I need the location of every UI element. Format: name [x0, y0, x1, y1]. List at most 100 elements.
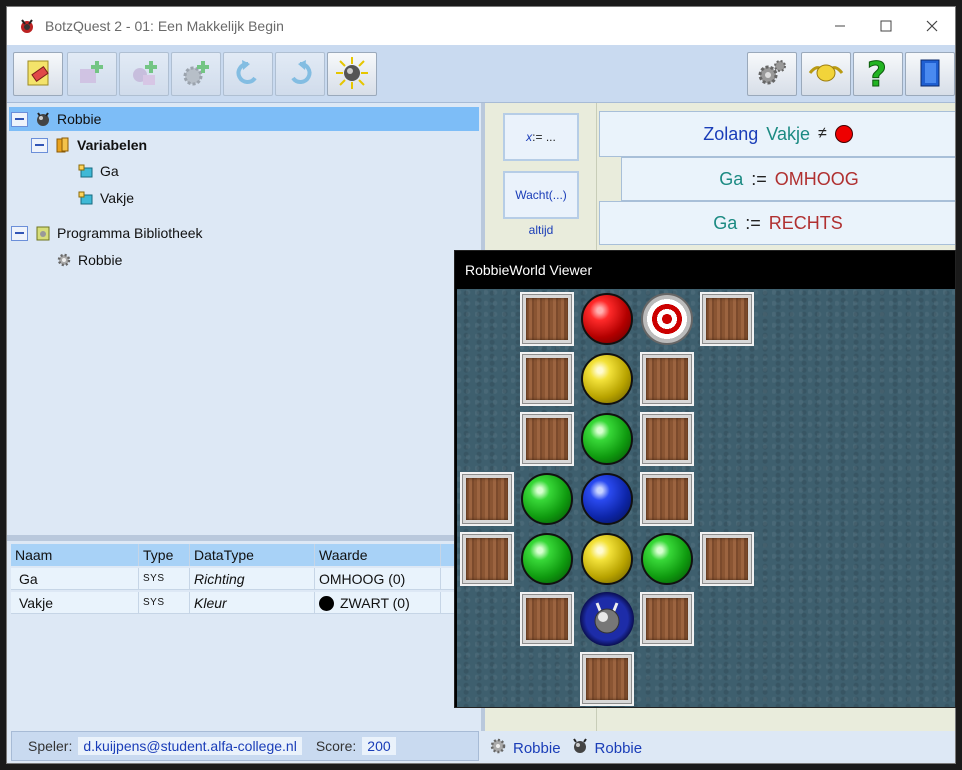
assign-rest-label: := ...	[532, 130, 556, 144]
collapse-toggle[interactable]	[11, 225, 28, 241]
table-header: Naam Type DataType Waarde	[11, 544, 479, 566]
tree-item-ga[interactable]: Ga	[77, 159, 119, 183]
collapse-toggle[interactable]	[31, 137, 48, 153]
minimize-button[interactable]	[817, 7, 863, 45]
wood-block-icon	[520, 412, 574, 466]
board-cell-wall	[639, 411, 695, 467]
cell-datatype: Kleur	[190, 592, 315, 614]
gear-icon	[489, 737, 507, 759]
tree-item-library-robbie[interactable]: Robbie	[55, 248, 122, 272]
table-row[interactable]: Vakje SYS Kleur ZWART (0)	[11, 592, 479, 614]
variables-table: Naam Type DataType Waarde Ga SYS Richtin…	[11, 541, 479, 731]
cell-type: SYS	[139, 592, 190, 614]
board-cell-wall	[519, 291, 575, 347]
title-bar: BotzQuest 2 - 01: Een Makkelijk Begin	[7, 7, 955, 45]
robot-name[interactable]: Robbie	[595, 740, 643, 757]
assign-statement-button[interactable]: x := ...	[503, 113, 579, 161]
add-variable-icon	[75, 57, 109, 92]
cell-type: SYS	[139, 568, 190, 590]
help-button[interactable]: ?	[853, 52, 903, 96]
tree-item-label: Robbie	[78, 252, 123, 268]
wood-block-icon	[520, 292, 574, 346]
column-header-waarde[interactable]: Waarde	[315, 544, 441, 566]
robot-sparkle-icon	[335, 56, 369, 93]
table-row[interactable]: Ga SYS Richting OMHOOG (0)	[11, 568, 479, 590]
red-ball-icon	[581, 293, 633, 345]
cell-waarde: ZWART (0)	[315, 592, 441, 614]
assign-variable: Ga	[719, 168, 744, 189]
green-ball-icon	[581, 413, 633, 465]
board-cell-wall	[579, 651, 635, 707]
run-robot-button[interactable]	[327, 52, 377, 96]
board-cell-yellow-ball	[579, 351, 635, 407]
score-label: Score:	[315, 738, 357, 754]
wood-block-icon	[640, 352, 694, 406]
board-cell-wall	[459, 531, 515, 587]
cell-naam: Vakje	[15, 592, 139, 614]
tree-item-label: Programma Bibliotheek	[57, 225, 203, 241]
redo-button[interactable]	[275, 52, 325, 96]
add-variable-button[interactable]	[67, 52, 117, 96]
gear-icon	[55, 251, 73, 269]
robot-icon	[580, 592, 634, 646]
tree-item-robbie[interactable]: Robbie	[9, 107, 479, 131]
column-header-type[interactable]: Type	[139, 544, 190, 566]
wait-statement-button[interactable]: Wacht(...)	[503, 171, 579, 219]
while-operator: ≠	[817, 125, 827, 142]
wait-label: Wacht(...)	[515, 188, 567, 202]
robot-icon	[34, 110, 52, 128]
tree-item-vakje[interactable]: Vakje	[77, 186, 134, 210]
winged-badge-icon	[808, 58, 844, 91]
black-color-swatch-icon	[319, 596, 334, 611]
score-value: 200	[362, 737, 396, 755]
green-ball-icon	[521, 533, 573, 585]
board-cell-wall	[459, 471, 515, 527]
tree-item-library[interactable]: Programma Bibliotheek	[11, 221, 203, 245]
column-header-datatype[interactable]: DataType	[190, 544, 315, 566]
program-name[interactable]: Robbie	[513, 740, 561, 757]
player-label: Speler:	[28, 738, 73, 754]
board-cell-wall	[699, 291, 755, 347]
wood-block-icon	[520, 592, 574, 646]
library-icon	[34, 224, 52, 242]
toolbar: ?	[7, 45, 955, 103]
wood-block-icon	[640, 592, 694, 646]
cell-waarde-text: ZWART (0)	[340, 595, 410, 611]
score-badge-button[interactable]	[801, 52, 851, 96]
board-cell-wall	[639, 591, 695, 647]
tree-item-variabelen[interactable]: Variabelen	[31, 133, 147, 157]
assign-statement-1[interactable]: Ga := OMHOOG	[621, 157, 955, 201]
target-icon	[641, 293, 693, 345]
while-statement[interactable]: Zolang Vakje ≠	[599, 111, 955, 157]
new-file-button[interactable]	[13, 52, 63, 96]
exit-door-button[interactable]	[905, 52, 955, 96]
board-cell-wall	[519, 411, 575, 467]
tree-item-label: Robbie	[57, 111, 102, 127]
board-cell-wall	[519, 591, 575, 647]
add-program-button[interactable]	[171, 52, 221, 96]
svg-text:?: ?	[867, 56, 887, 90]
assign-statement-2[interactable]: Ga := RECHTS	[599, 201, 955, 245]
maximize-button[interactable]	[863, 7, 909, 45]
always-statement-label[interactable]: altijd	[503, 223, 579, 237]
collapse-toggle[interactable]	[11, 111, 28, 127]
close-button[interactable]	[909, 7, 955, 45]
board-cell-wall	[639, 471, 695, 527]
robbieworld-viewer[interactable]: RobbieWorld Viewer	[454, 250, 956, 708]
undo-icon	[233, 58, 263, 91]
board-cell-wall	[699, 531, 755, 587]
door-icon	[915, 57, 945, 92]
add-block-button[interactable]	[119, 52, 169, 96]
settings-button[interactable]	[747, 52, 797, 96]
wood-block-icon	[700, 532, 754, 586]
undo-button[interactable]	[223, 52, 273, 96]
cell-waarde: OMHOOG (0)	[315, 568, 441, 590]
board-cell-green-ball	[519, 531, 575, 587]
cell-datatype: Richting	[190, 568, 315, 590]
status-bar-right: Robbie Robbie	[485, 731, 955, 763]
board-cell-red-ball	[579, 291, 635, 347]
wood-block-icon	[580, 652, 634, 706]
column-header-naam[interactable]: Naam	[11, 544, 139, 566]
player-value: d.kuijpens@student.alfa-college.nl	[78, 737, 302, 755]
folder-icon	[54, 136, 72, 154]
